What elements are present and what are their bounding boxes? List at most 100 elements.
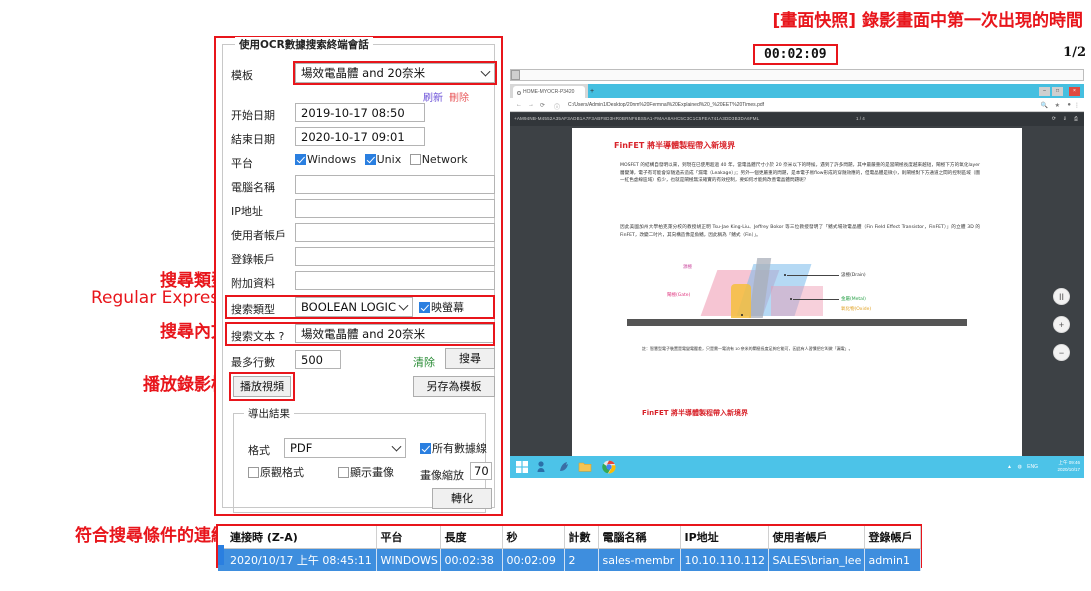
document-note: 註：智慧型電子裝置是電變電壓差，只是需一電流有 10 奈米的閘極長度足夠它能可，… <box>642 346 853 351</box>
cell-ip-address: 10.10.110.112 <box>680 548 769 571</box>
checkbox-screen-capture[interactable]: 映螢幕 <box>419 299 464 315</box>
table-row[interactable]: 2020/10/17 上午 08:45:11 WINDOWS 00:02:38 … <box>218 548 921 571</box>
seek-thumb[interactable] <box>511 70 520 80</box>
column-header-user-account[interactable]: 使用者帳戶 <box>768 526 865 549</box>
finfet-figure: 源極 閘極(Gate) 汲極(Drain) 金屬(Metal) 氧化物(Oxid… <box>627 256 967 334</box>
checkbox-windows-label: Windows <box>307 153 357 166</box>
checkbox-all-data-lines[interactable]: 所有數據線 <box>420 440 487 456</box>
label-search-text: 搜索文本 ? <box>231 330 285 343</box>
column-header-length[interactable]: 長度 <box>440 526 503 549</box>
cell-seconds: 00:02:09 <box>502 548 565 571</box>
checkbox-all-data-lines-label: 所有數據線 <box>432 442 487 455</box>
results-table: 連接時 (Z-A) 平台 長度 秒 計數 電腦名稱 IP地址 使用者帳戶 登錄帳… <box>218 526 921 571</box>
checkbox-original-format-label: 原觀格式 <box>260 466 304 479</box>
file-explorer-icon[interactable] <box>578 460 592 474</box>
max-rows-input[interactable]: 500 <box>295 350 341 369</box>
figure-label-metal: 金屬(Metal) <box>841 297 866 302</box>
save-as-template-button[interactable]: 另存為模板 <box>413 376 495 397</box>
zoom-in-button[interactable]: + <box>1053 316 1070 333</box>
browser-tab[interactable]: HOME-MYOCR-P3420 <box>513 86 585 98</box>
format-select[interactable]: PDF <box>284 438 406 458</box>
leader-dot-drain <box>784 274 786 276</box>
close-icon[interactable]: × <box>1069 86 1080 96</box>
screen-capture-frame: HOME-MYOCR-P3420 + – □ × ← → ⟳ ⓘ C:/User… <box>510 84 1084 478</box>
play-video-button[interactable]: 播放視頻 <box>233 376 291 397</box>
refresh-link[interactable]: 刷新 <box>423 89 443 104</box>
clear-link[interactable]: 清除 <box>413 354 435 370</box>
search-type-value: BOOLEAN LOGIC <box>301 300 396 314</box>
ip-address-input[interactable] <box>295 199 495 218</box>
checkbox-screen-capture-label: 映螢幕 <box>431 301 464 314</box>
profile-icon[interactable]: ● <box>1067 102 1071 108</box>
menu-icon[interactable]: ⋮ <box>1074 102 1080 109</box>
table-header-row: 連接時 (Z-A) 平台 長度 秒 計數 電腦名稱 IP地址 使用者帳戶 登錄帳… <box>218 526 921 549</box>
extra-data-input[interactable] <box>295 271 495 290</box>
minimize-icon[interactable]: – <box>1039 86 1050 96</box>
print-icon[interactable]: ⎙ <box>1074 116 1078 122</box>
checkbox-original-format-box <box>248 467 259 478</box>
start-button-icon[interactable] <box>515 460 529 474</box>
metal-block-shape <box>771 286 823 316</box>
download-icon[interactable]: ⇓ <box>1063 116 1067 122</box>
zoom-out-button[interactable]: − <box>1053 344 1070 361</box>
back-arrow-icon[interactable]: ← <box>516 102 522 108</box>
login-account-input[interactable] <box>295 247 495 266</box>
leader-line-metal <box>793 299 839 300</box>
search-text-input[interactable]: 場效電晶體 and 20奈米 <box>295 324 495 343</box>
taskbar-app-icon-2[interactable] <box>557 460 571 474</box>
column-header-platform[interactable]: 平台 <box>376 526 441 549</box>
user-account-input[interactable] <box>295 223 495 242</box>
playback-seek-bar[interactable] <box>510 69 1084 81</box>
taskbar-clock-date: 2020/10/17 <box>1057 467 1080 472</box>
column-header-ip-address[interactable]: IP地址 <box>680 526 769 549</box>
template-select[interactable]: 場效電晶體 and 20奈米 <box>295 63 495 83</box>
start-date-input[interactable]: 2019-10-17 08:50 <box>295 103 425 122</box>
maximize-icon[interactable]: □ <box>1052 86 1063 96</box>
star-icon[interactable]: ★ <box>1055 102 1060 109</box>
checkbox-network[interactable]: Network <box>409 153 468 166</box>
column-header-connect-time[interactable]: 連接時 (Z-A) <box>218 526 377 549</box>
search-button[interactable]: 搜尋 <box>445 348 495 369</box>
export-legend: 導出結果 <box>244 406 294 421</box>
video-playback-viewer: 00:02:09 1/2 HOME-MYOCR-P3420 + – □ × ← … <box>508 44 1086 480</box>
tray-chevron-icon[interactable]: ▲ <box>1007 464 1012 470</box>
chrome-icon[interactable] <box>602 460 616 474</box>
new-tab-button[interactable]: + <box>590 88 594 95</box>
taskbar-language-indicator[interactable]: ENG <box>1027 464 1038 470</box>
taskbar-app-icon-1[interactable] <box>536 460 550 474</box>
cell-length: 00:02:38 <box>440 548 503 571</box>
checkbox-show-image[interactable]: 顯示畫像 <box>338 464 394 480</box>
document-footer-title: FinFET 將半導體製程帶入新境界 <box>642 409 748 417</box>
end-date-input[interactable]: 2020-10-17 09:01 <box>295 127 425 146</box>
convert-button[interactable]: 轉化 <box>432 488 492 509</box>
checkbox-windows[interactable]: Windows <box>295 153 356 166</box>
label-computer-name: 電腦名稱 <box>231 181 275 194</box>
document-paragraph-1: MOSFET 的結構自發明以來，到現在已使用超過 40 年，當電晶體尺寸小於 2… <box>620 163 980 183</box>
export-results-group: 導出結果 格式 PDF 所有數據線 原觀格式 顯示畫像 畫像縮放 70 轉化 <box>233 406 492 513</box>
image-scale-input[interactable]: 70 <box>470 462 492 480</box>
checkbox-all-data-lines-box <box>420 443 431 454</box>
cell-login-account: admin1 <box>864 548 921 571</box>
tray-network-icon[interactable]: ◍ <box>1018 464 1022 470</box>
column-header-seconds[interactable]: 秒 <box>502 526 565 549</box>
browser-url-text[interactable]: C:/Users/Admin1/Desktop/20nm%20Fermnal%2… <box>568 102 968 108</box>
checkbox-unix[interactable]: Unix <box>364 153 402 166</box>
reload-icon[interactable]: ⟳ <box>540 102 545 109</box>
search-type-select[interactable]: BOOLEAN LOGIC <box>295 297 413 317</box>
pdf-filename: +AM94NB-M4552A35AF3ADB1A7F3ABF8D3HR0BRNF… <box>514 116 760 121</box>
rotate-icon[interactable]: ⟳ <box>1052 116 1056 122</box>
computer-name-input[interactable] <box>295 175 495 194</box>
column-header-computer-name[interactable]: 電腦名稱 <box>598 526 681 549</box>
checkbox-unix-label: Unix <box>376 153 402 166</box>
checkbox-original-format[interactable]: 原觀格式 <box>248 464 304 480</box>
search-icon[interactable]: 🔍 <box>1041 102 1048 109</box>
pause-button[interactable]: II <box>1053 288 1070 305</box>
taskbar-clock[interactable]: 上午 09:46 2020/10/17 <box>1057 459 1080 473</box>
label-search-type: 搜索類型 <box>231 303 275 316</box>
forward-arrow-icon[interactable]: → <box>528 102 534 108</box>
leader-dot-oxide <box>741 314 743 316</box>
delete-link[interactable]: 刪除 <box>449 89 469 104</box>
label-ip-address: IP地址 <box>231 205 263 218</box>
column-header-count[interactable]: 計數 <box>564 526 599 549</box>
column-header-login-account[interactable]: 登錄帳戶 <box>864 526 921 549</box>
